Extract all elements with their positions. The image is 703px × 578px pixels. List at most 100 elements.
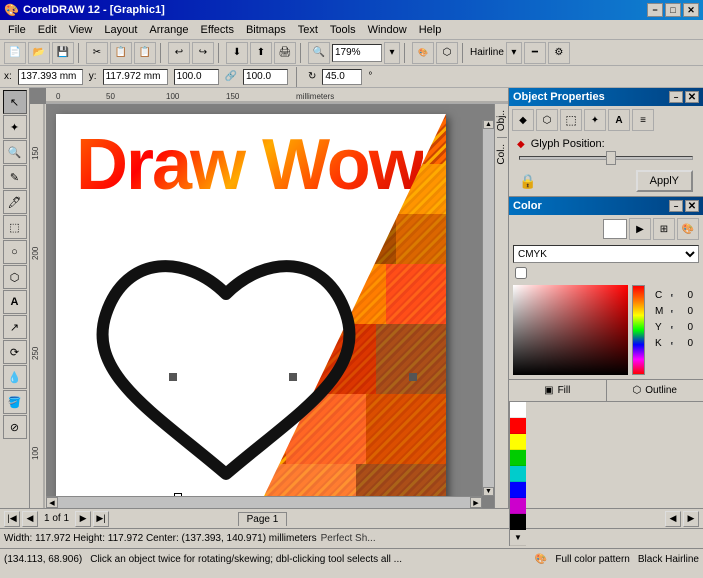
m-track[interactable] <box>671 310 673 313</box>
palette-black[interactable] <box>510 514 526 530</box>
text-tool[interactable]: A <box>3 290 27 314</box>
menu-tools[interactable]: Tools <box>324 22 362 38</box>
x-input[interactable]: 137.393 mm <box>18 69 83 85</box>
scroll-v-track[interactable] <box>483 129 494 487</box>
color-mixer-btn[interactable]: 🎨 <box>677 218 699 240</box>
export-button[interactable]: ⬆ <box>250 42 272 64</box>
menu-help[interactable]: Help <box>413 22 448 38</box>
page-tab[interactable]: Page 1 <box>238 512 288 526</box>
line-width-button[interactable]: ━ <box>524 42 546 64</box>
k-track[interactable] <box>671 342 673 345</box>
palette-scroll-down[interactable]: ▼ <box>510 530 526 546</box>
obj-transform-btn[interactable]: ⬚ <box>560 109 582 131</box>
open-button[interactable]: 📂 <box>28 42 50 64</box>
select-tool[interactable]: ↖ <box>3 90 27 114</box>
rectangle-tool[interactable]: ⬚ <box>3 215 27 239</box>
menu-edit[interactable]: Edit <box>32 22 63 38</box>
apply-button[interactable]: ApplY <box>636 170 693 192</box>
scroll-h-track[interactable] <box>58 497 470 508</box>
vertical-scrollbar[interactable]: ▲ ▼ <box>482 120 494 496</box>
scroll-up-button[interactable]: ▲ <box>483 120 494 129</box>
menu-file[interactable]: File <box>2 22 32 38</box>
color-panel-close[interactable]: ✕ <box>685 200 699 212</box>
page-last-button[interactable]: ▶| <box>93 511 109 527</box>
fill-color-button[interactable]: 🎨 <box>412 42 434 64</box>
color-mode-select[interactable]: CMYK <box>513 245 699 263</box>
scroll-right-button[interactable]: ▶ <box>470 497 482 508</box>
color-options-btn[interactable]: ▶ <box>629 218 651 240</box>
drawing-area[interactable]: Draw Wow <box>46 104 494 508</box>
y-track[interactable] <box>671 326 673 329</box>
print-button[interactable]: 🖨 <box>274 42 296 64</box>
horizontal-scrollbar[interactable]: ◀ ▶ <box>46 496 482 508</box>
page-prev-button[interactable]: ◀ <box>22 511 38 527</box>
new-button[interactable]: 📄 <box>4 42 26 64</box>
w-input[interactable]: 100.0 <box>174 69 219 85</box>
menu-window[interactable]: Window <box>362 22 413 38</box>
menu-view[interactable]: View <box>63 22 99 38</box>
polygon-tool[interactable]: ⬡ <box>3 265 27 289</box>
fill-tool[interactable]: 🪣 <box>3 390 27 414</box>
outline-button[interactable]: ⬡ Outline <box>607 380 703 401</box>
undo-button[interactable]: ↩ <box>168 42 190 64</box>
options-button[interactable]: ⚙ <box>548 42 570 64</box>
palette-red[interactable] <box>510 418 526 434</box>
minimize-button[interactable]: − <box>647 3 663 17</box>
scroll-left-button[interactable]: ◀ <box>46 497 58 508</box>
smart-draw-tool[interactable]: 🖊 <box>3 190 27 214</box>
glyph-slider-thumb[interactable] <box>606 151 616 165</box>
h-input[interactable]: 100.0 <box>243 69 288 85</box>
eyedropper-tool[interactable]: 💧 <box>3 365 27 389</box>
page-scroll-left[interactable]: ◀ <box>665 511 681 527</box>
obj-effects-btn[interactable]: ✦ <box>584 109 606 131</box>
obj-fill-btn[interactable]: ◆ <box>512 109 534 131</box>
obj-properties-label[interactable]: Obj.. <box>494 108 508 133</box>
palette-green[interactable] <box>510 450 526 466</box>
color-gradient[interactable] <box>513 285 628 375</box>
hue-bar[interactable] <box>632 285 645 375</box>
copy-button[interactable]: 📋 <box>110 42 132 64</box>
zoom-out-button[interactable]: 🔍 <box>308 42 330 64</box>
paste-button[interactable]: 📋 <box>134 42 156 64</box>
white-swatch[interactable] <box>603 219 627 239</box>
zoom-input[interactable]: 179% <box>332 44 382 62</box>
maximize-button[interactable]: □ <box>665 3 681 17</box>
angle-input[interactable]: 45.0 <box>322 69 362 85</box>
save-button[interactable]: 💾 <box>52 42 74 64</box>
ellipse-tool[interactable]: ○ <box>3 240 27 264</box>
color-panel-minimize[interactable]: − <box>669 200 683 212</box>
color-grid-btn[interactable]: ⊞ <box>653 218 675 240</box>
zoom-in-button[interactable]: ▾ <box>384 42 400 64</box>
shape-tool[interactable]: ✦ <box>3 115 27 139</box>
obj-para-btn[interactable]: ≡ <box>632 109 654 131</box>
obj-stroke-btn[interactable]: ⬡ <box>536 109 558 131</box>
color-label[interactable]: Col.. <box>494 142 508 167</box>
fill-button[interactable]: ▣ Fill <box>509 380 607 401</box>
palette-white[interactable] <box>510 402 526 418</box>
menu-arrange[interactable]: Arrange <box>143 22 194 38</box>
import-button[interactable]: ⬇ <box>226 42 248 64</box>
outline-button[interactable]: ⬡ <box>436 42 458 64</box>
close-button[interactable]: ✕ <box>683 3 699 17</box>
menu-layout[interactable]: Layout <box>98 22 143 38</box>
line-style-dropdown[interactable]: ▾ <box>506 42 522 64</box>
scroll-down-button[interactable]: ▼ <box>483 487 494 496</box>
palette-yellow[interactable] <box>510 434 526 450</box>
connector-tool[interactable]: ↗ <box>3 315 27 339</box>
palette-cyan[interactable] <box>510 466 526 482</box>
blend-tool[interactable]: ⟳ <box>3 340 27 364</box>
redo-button[interactable]: ↪ <box>192 42 214 64</box>
zoom-tool[interactable]: 🔍 <box>3 140 27 164</box>
page-scroll-right[interactable]: ▶ <box>683 511 699 527</box>
menu-effects[interactable]: Effects <box>195 22 240 38</box>
freehand-tool[interactable]: ✎ <box>3 165 27 189</box>
c-track[interactable] <box>671 294 673 297</box>
cmyk-checkbox[interactable] <box>515 267 527 279</box>
menu-bitmaps[interactable]: Bitmaps <box>240 22 292 38</box>
obj-prop-close[interactable]: ✕ <box>685 91 699 103</box>
interactive-tool[interactable]: ⊘ <box>3 415 27 439</box>
palette-magenta[interactable] <box>510 498 526 514</box>
y-input[interactable]: 117.972 mm <box>103 69 168 85</box>
palette-blue[interactable] <box>510 482 526 498</box>
obj-char-btn[interactable]: A <box>608 109 630 131</box>
